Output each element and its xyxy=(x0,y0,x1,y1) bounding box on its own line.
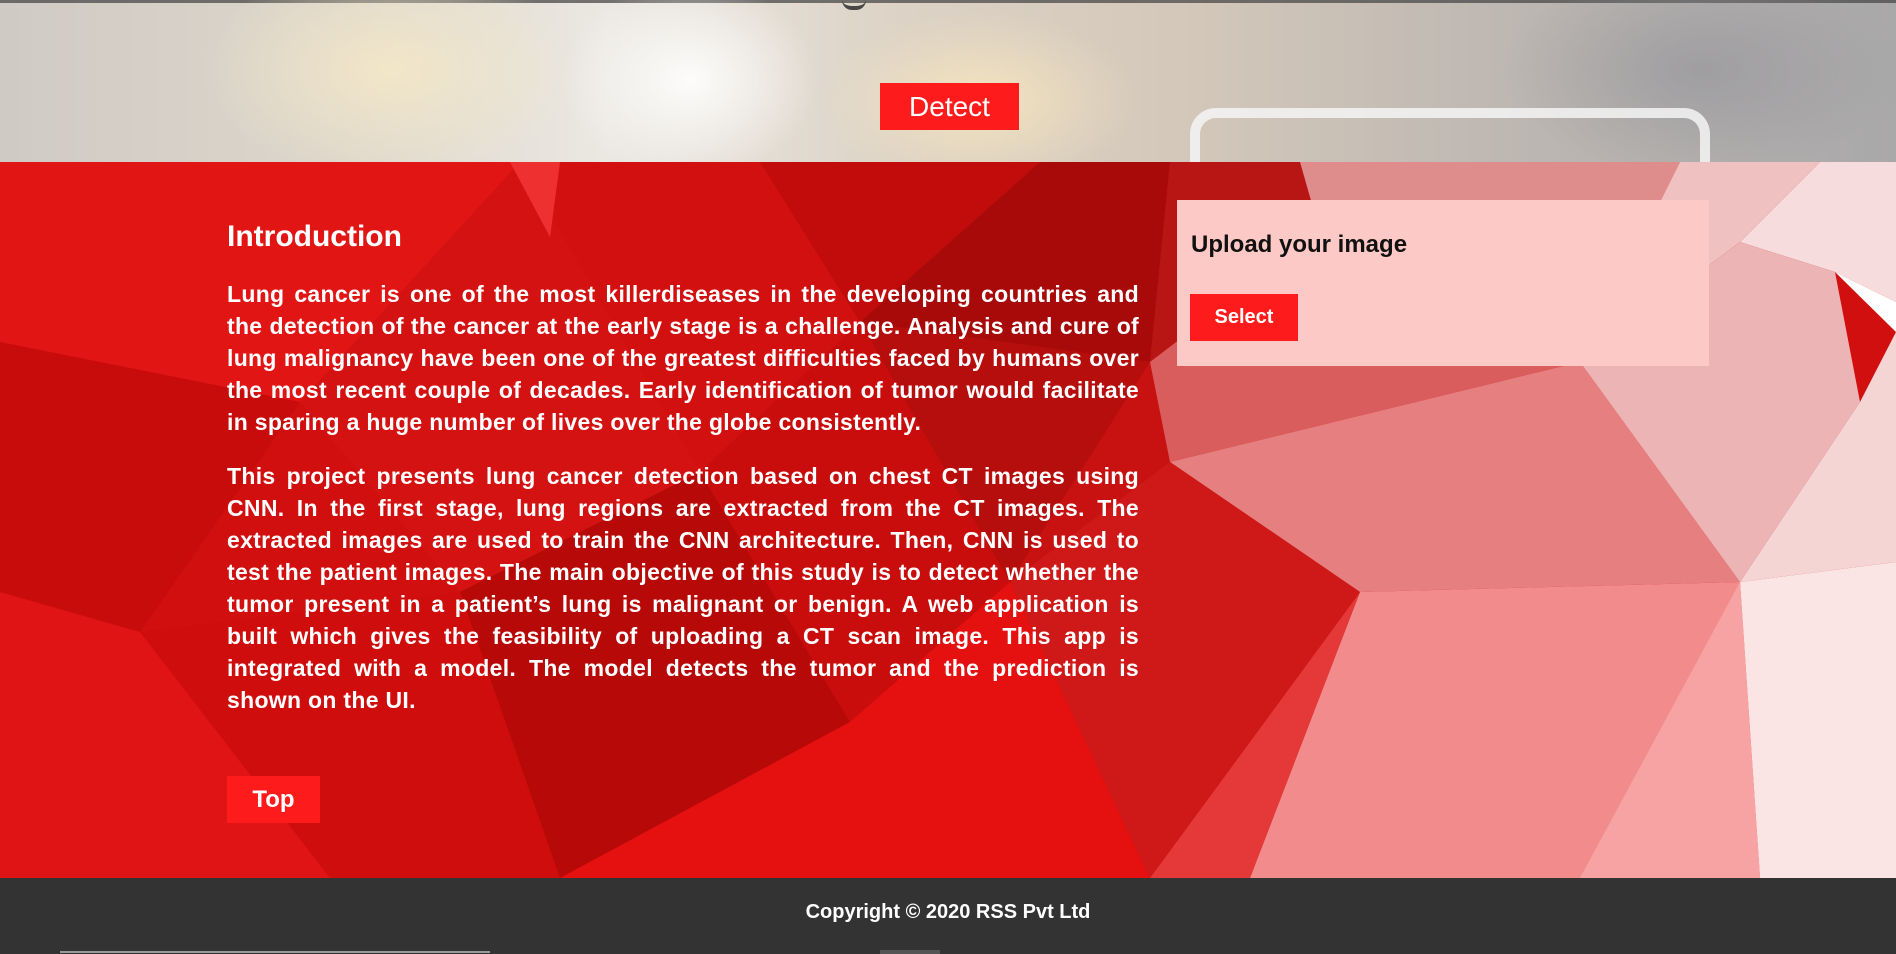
hero-background-blur xyxy=(560,0,820,162)
introduction-block: Introduction Lung cancer is one of the m… xyxy=(227,220,1139,738)
footer: Copyright © 2020 RSS Pvt Ltd xyxy=(0,878,1896,954)
footer-edge-line xyxy=(60,951,490,953)
footer-edge-tab xyxy=(880,950,940,954)
introduction-paragraph: This project presents lung cancer detect… xyxy=(227,463,1139,713)
page: Detect Introduction Lung cancer is one o… xyxy=(0,0,1896,954)
introduction-paragraph: Lung cancer is one of the most killerdis… xyxy=(227,281,1139,435)
introduction-heading: Introduction xyxy=(227,220,402,253)
upload-heading: Upload your image xyxy=(1191,231,1408,258)
detect-button[interactable]: Detect xyxy=(880,83,1019,130)
intro-section: Introduction Lung cancer is one of the m… xyxy=(0,162,1896,878)
hero-title-clipped xyxy=(842,0,866,10)
select-file-button[interactable]: Select xyxy=(1190,294,1298,341)
hero-background-device xyxy=(1190,108,1710,162)
top-button[interactable]: Top xyxy=(227,776,320,823)
upload-card: Upload your image Select xyxy=(1177,200,1709,366)
hero-background-blur xyxy=(200,0,580,162)
hero-banner: Detect xyxy=(0,0,1896,162)
copyright-text: Copyright © 2020 RSS Pvt Ltd xyxy=(805,901,1091,923)
